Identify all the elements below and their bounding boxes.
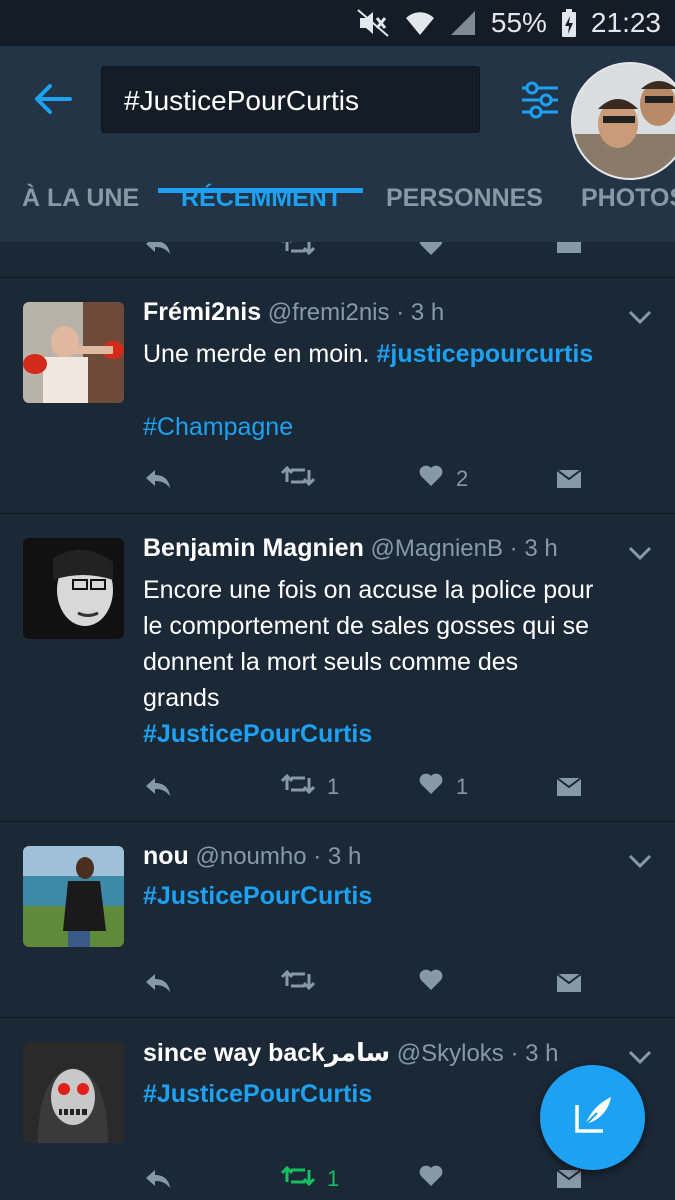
tweet-text: Une merde en moin. #justicepourcurtis [143,336,658,372]
tweet-text-line: Encore une fois on accuse la police pour [143,576,594,604]
reply-icon[interactable] [143,770,173,804]
retweet-button[interactable] [280,462,327,496]
tweet-time: · 3 h [509,535,558,562]
tweet-actions: 1 1 [143,770,603,804]
author-handle[interactable]: @MagnienB [371,535,503,562]
retweet-icon [280,968,316,998]
tweet-header: Frémi2nis @fremi2nis · 3 h [143,298,615,327]
tweet[interactable]: nou @noumho · 3 h #JusticePourCurtis [0,822,675,1018]
retweet-count: 1 [327,1166,340,1191]
tweet[interactable]: Frémi2nis @fremi2nis · 3 h Une merde en … [0,278,675,514]
hashtag-link[interactable]: #justicepourcurtis [376,340,593,368]
tweet-time: · 3 h [510,1040,559,1067]
retweet-count: 1 [327,774,340,799]
tweet-actions [143,242,603,262]
retweet-icon [280,772,316,802]
status-bar: 55% 21:23 [0,0,675,46]
retweet-icon [280,464,316,494]
tweet-text-line: le comportement de sales gosses qui se [143,612,590,640]
tweet-text-line: #Champagne [143,409,658,445]
tweet-time: · 3 h [313,843,362,870]
like-icon [418,968,444,998]
retweet-button[interactable]: 1 [280,770,340,804]
like-icon [418,772,444,802]
chevron-down-icon[interactable] [627,308,653,326]
tweet-avatar[interactable] [23,846,124,947]
search-input[interactable]: #JusticePourCurtis [101,66,480,133]
chevron-down-icon[interactable] [627,852,653,870]
chevron-down-icon[interactable] [627,1048,653,1066]
compose-feather-icon [571,1093,615,1142]
like-icon [418,1164,444,1194]
author-name[interactable]: since way backسامر [143,1039,390,1067]
tweet-actions [143,966,603,1000]
like-icon[interactable] [418,242,444,262]
retweet-icon[interactable] [281,242,315,262]
like-count: 1 [456,774,469,799]
partial-tweet [0,242,675,278]
tab-top[interactable]: À LA UNE [22,174,139,242]
dm-icon[interactable] [555,462,583,496]
clock: 21:23 [590,7,661,38]
reply-icon[interactable] [143,966,173,1000]
back-arrow-icon[interactable] [30,76,76,122]
dm-icon[interactable] [555,242,583,262]
tab-latest[interactable]: RÉCEMMENT [181,174,342,242]
tweet-avatar[interactable] [23,1042,124,1143]
like-button[interactable] [418,1162,456,1196]
tab-photos[interactable]: PHOTOS [581,174,675,242]
like-button[interactable]: 1 [418,770,468,804]
tweet-avatar[interactable] [23,302,124,403]
hashtag-link[interactable]: #JusticePourCurtis [143,716,658,752]
tweet-actions: 2 [143,462,603,496]
signal-icon [449,9,477,37]
like-count: 2 [456,466,469,491]
active-tab-indicator [158,188,363,193]
filter-sliders-icon[interactable] [518,78,562,122]
chevron-down-icon[interactable] [627,544,653,562]
like-button[interactable]: 2 [418,462,468,496]
author-name[interactable]: Frémi2nis [143,298,261,326]
retweet-button[interactable]: 1 [280,1162,340,1196]
tweet-header: nou @noumho · 3 h [143,842,615,871]
reply-icon[interactable] [143,242,173,262]
hashtag-link[interactable]: #JusticePourCurtis [143,878,658,914]
tab-people[interactable]: PERSONNES [386,174,543,242]
wifi-icon [405,9,435,37]
tweet-text-line: grands [143,684,220,712]
like-icon [418,464,444,494]
profile-avatar[interactable] [571,62,675,180]
tweet-header: Benjamin Magnien @MagnienB · 3 h [143,534,615,563]
mute-icon [357,9,391,37]
tweet-time: · 3 h [396,299,445,326]
hashtag-link[interactable]: #Champagne [143,413,293,441]
author-handle[interactable]: @fremi2nis [268,299,390,326]
tweet-text: #JusticePourCurtis [143,878,658,914]
reply-icon[interactable] [143,1162,173,1196]
app-header: #JusticePourCurtis À LA UNE RÉCEMMENT PE… [0,46,675,242]
retweet-button[interactable] [280,966,327,1000]
battery-icon [561,9,577,37]
tweet-avatar[interactable] [23,538,124,639]
author-name[interactable]: nou [143,842,189,870]
author-handle[interactable]: @noumho [196,843,307,870]
search-tabs: À LA UNE RÉCEMMENT PERSONNES PHOTOS [0,174,675,242]
retweet-icon [280,1164,316,1194]
tweet-text-line: donnent la mort seuls comme des [143,648,519,676]
tweet-header: since way backسامر @Skyloks · 3 h [143,1038,615,1068]
tweet-text: Encore une fois on accuse la police pour… [143,572,658,752]
tweet[interactable]: Benjamin Magnien @MagnienB · 3 h Encore … [0,514,675,822]
dm-icon[interactable] [555,966,583,1000]
tweet-text-plain: Une merde en moin. [143,340,370,368]
tweet-actions: 1 [143,1162,603,1196]
dm-icon[interactable] [555,770,583,804]
author-handle[interactable]: @Skyloks [397,1040,504,1067]
author-name[interactable]: Benjamin Magnien [143,534,364,562]
reply-icon[interactable] [143,462,173,496]
battery-percent: 55% [490,7,547,38]
compose-tweet-button[interactable] [540,1065,645,1170]
like-button[interactable] [418,966,456,1000]
